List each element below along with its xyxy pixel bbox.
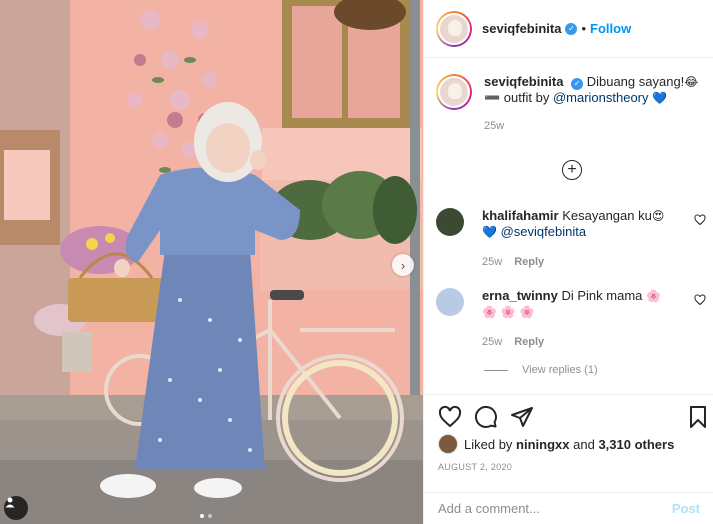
next-photo-button[interactable]: ›: [392, 254, 414, 276]
commenter-username[interactable]: khalifahamir: [482, 208, 559, 223]
caption-mention-link[interactable]: @marionstheory: [553, 90, 649, 105]
likes-summary: Liked by niningxx and 3,310 others: [438, 434, 674, 454]
add-comment-bar: Post: [424, 492, 713, 524]
comment-text: Di Pink mama: [561, 288, 643, 303]
replies-divider-line: [484, 369, 508, 371]
cherry-blossom-emoji-icon: 🌸: [646, 289, 661, 303]
post-comment-button[interactable]: Post: [672, 501, 700, 516]
liker-username[interactable]: niningxx: [516, 437, 569, 452]
verified-badge-icon: ✓: [565, 22, 578, 35]
comment-item: erna_twinny Di Pink mama 🌸 🌸 🌸 🌸 25w Rep…: [436, 288, 706, 350]
blue-heart-emoji-icon: 💙: [652, 91, 668, 105]
post-photo[interactable]: ›: [0, 0, 423, 524]
likes-prefix: Liked by: [464, 436, 513, 452]
carousel-dot: [200, 514, 204, 518]
share-send-icon[interactable]: [510, 405, 534, 429]
reply-button[interactable]: Reply: [514, 254, 544, 270]
comment-text: Kesayangan ku: [562, 208, 652, 223]
caption-text: Dibuang sayang!: [586, 74, 685, 89]
like-comment-heart-icon[interactable]: [694, 294, 706, 306]
add-comment-input[interactable]: [438, 501, 672, 516]
caption-timestamp[interactable]: 25w: [484, 118, 699, 134]
comment-item: khalifahamir Kesayangan ku😍 💙 @seviqfebi…: [436, 208, 706, 270]
like-comment-heart-icon[interactable]: [694, 214, 706, 226]
laughing-emoji-icon: 😂: [684, 75, 699, 89]
post-side-panel: seviqfebinita ✓ • Follow seviqfebinita ✓…: [423, 0, 713, 524]
comment-bubble-icon[interactable]: [474, 405, 498, 429]
like-heart-icon[interactable]: [438, 405, 462, 429]
likes-and: and: [573, 436, 595, 452]
caption-avatar[interactable]: [436, 74, 472, 110]
comment-timestamp[interactable]: 25w: [482, 334, 502, 350]
post-date[interactable]: AUGUST 2, 2020: [438, 462, 512, 472]
load-more-comments-button[interactable]: +: [562, 160, 582, 180]
caption-username[interactable]: seviqfebinita: [484, 74, 563, 89]
post-header: seviqfebinita ✓ • Follow: [424, 0, 713, 58]
view-replies-label: View replies (1): [522, 364, 598, 376]
tagged-users-button[interactable]: [4, 496, 28, 520]
save-bookmark-icon[interactable]: [686, 405, 710, 429]
user-icon: [5, 497, 15, 508]
heart-eyes-emoji-icon: 😍: [651, 209, 665, 223]
author-username[interactable]: seviqfebinita: [482, 21, 561, 36]
caption-outfit-text: ➖ outfit by: [484, 90, 553, 105]
liker-avatar[interactable]: [438, 434, 458, 454]
blue-heart-emoji-icon: 💙: [482, 225, 497, 239]
likes-count-link[interactable]: 3,310 others: [598, 437, 674, 452]
carousel-dot: [208, 514, 212, 518]
cherry-blossom-emoji-row: 🌸 🌸 🌸: [482, 305, 535, 319]
commenter-username[interactable]: erna_twinny: [482, 288, 558, 303]
commenter-avatar[interactable]: [436, 208, 464, 236]
verified-badge-icon: ✓: [571, 78, 584, 90]
reply-button[interactable]: Reply: [514, 334, 544, 350]
comment-timestamp[interactable]: 25w: [482, 254, 502, 270]
chevron-right-icon: ›: [400, 257, 406, 273]
caption: seviqfebinita ✓ Dibuang sayang!😂 ➖ outfi…: [424, 58, 713, 134]
commenter-avatar[interactable]: [436, 288, 464, 316]
photo-illustration: [0, 0, 423, 524]
comment-mention-link[interactable]: @seviqfebinita: [501, 224, 586, 239]
follow-button[interactable]: Follow: [590, 21, 631, 36]
separator-dot: •: [581, 21, 587, 36]
author-avatar[interactable]: [436, 10, 472, 47]
view-replies-button[interactable]: View replies (1): [484, 364, 598, 376]
carousel-dots: [200, 514, 212, 518]
plus-circle-icon: +: [567, 161, 577, 178]
